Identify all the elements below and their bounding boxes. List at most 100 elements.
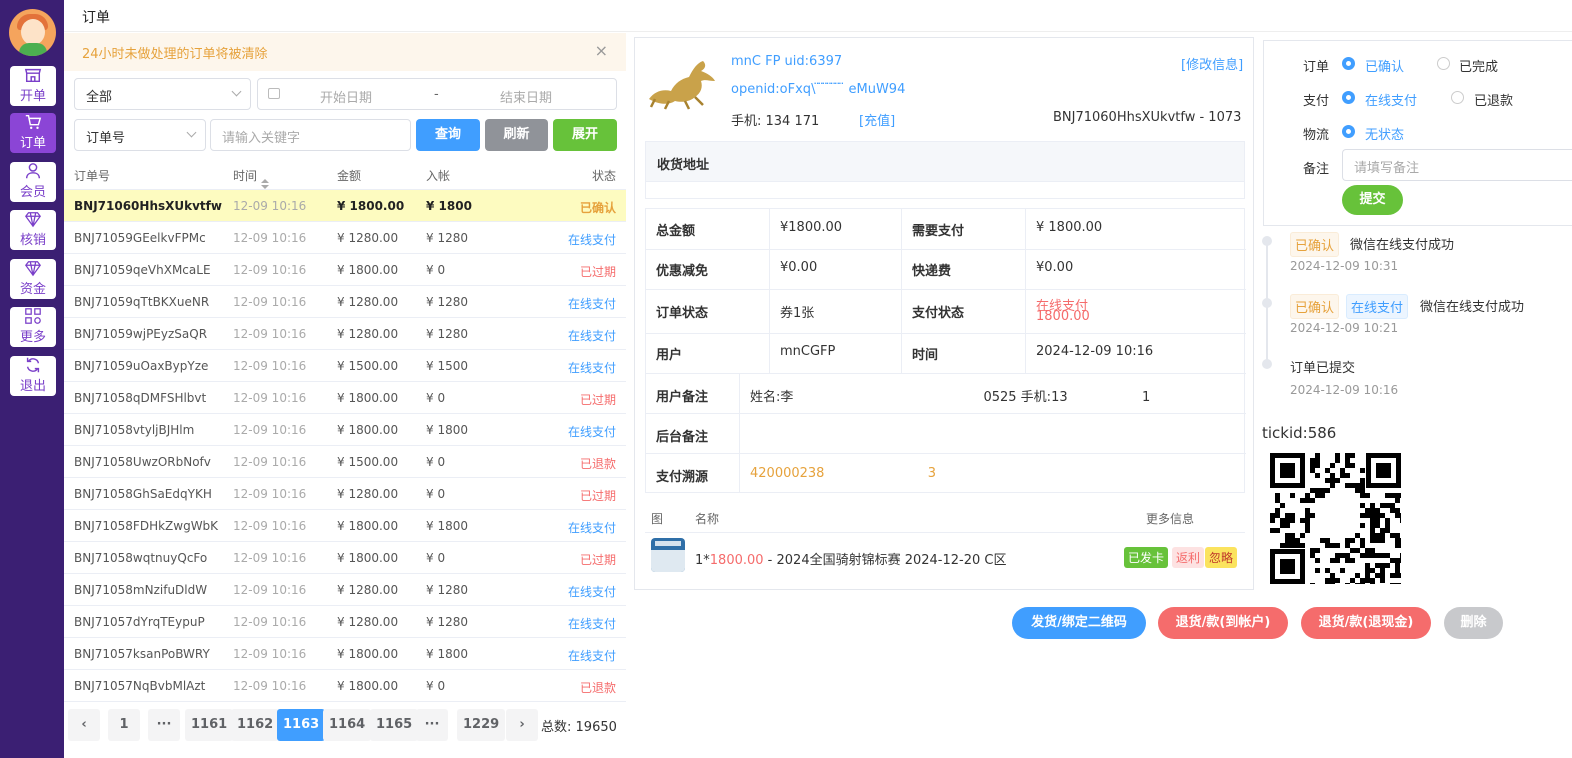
radio-completed-label[interactable]: 已完成 (1459, 56, 1498, 75)
sidebar-item-open-order[interactable]: 开单 (10, 66, 56, 106)
col-status: 状态 (591, 169, 616, 183)
tag-ignore[interactable]: 忽略 (1205, 547, 1238, 568)
radio-no-status-label[interactable]: 无状态 (1365, 124, 1404, 143)
order-id-cell: BNJ71059wjPEyzSaQR (74, 327, 208, 341)
date-range-picker[interactable]: 开始日期 - 结束日期 (257, 78, 617, 110)
note-input[interactable]: 请填写备注 (1342, 149, 1572, 181)
page-1165[interactable]: 1165 (370, 709, 419, 741)
item-thumbnail[interactable] (651, 538, 685, 572)
time-label: 时间 (912, 348, 939, 363)
submit-button[interactable]: 提交 (1342, 185, 1403, 215)
ship-bind-qr-button[interactable]: 发货/绑定二维码 (1012, 607, 1146, 639)
sidebar-item-more[interactable]: 更多 (10, 307, 56, 347)
chevron-down-icon (231, 86, 242, 97)
edit-info-link[interactable]: [修改信息] (1181, 54, 1243, 73)
admin-note-label: 后台备注 (656, 430, 709, 445)
timeline-time: 2024-12-09 10:21 (1290, 321, 1399, 335)
page-1162[interactable]: 1162 (231, 709, 280, 741)
prev-page-button[interactable]: ‹ (68, 709, 100, 741)
page-1161[interactable]: 1161 (185, 709, 234, 741)
chevron-down-icon (186, 127, 197, 138)
table-row[interactable]: BNJ71058vtyljBJHlm 12-09 10:16 ¥ 1800.00 ¥ … (64, 414, 626, 446)
status-cell: 已退款 (579, 457, 616, 471)
top-bar: 订单 (64, 0, 1572, 32)
page-ellipsis[interactable]: ··· (416, 709, 448, 741)
radio-confirmed[interactable] (1342, 57, 1355, 70)
sidebar-item-orders[interactable]: 订单 (10, 113, 56, 153)
table-row[interactable]: BNJ71057ksanPoBWRY 12-09 10:16 ¥ 1800.00 ¥ … (64, 638, 626, 670)
radio-refunded-label[interactable]: 已退款 (1474, 90, 1513, 109)
radio-refunded[interactable] (1451, 91, 1464, 104)
table-row[interactable]: BNJ71058wqtnuyQcFo 12-09 10:16 ¥ 1800.00 ¥ … (64, 542, 626, 574)
sort-icon[interactable] (261, 179, 270, 189)
order-label: 订单 (1303, 60, 1330, 75)
col-time[interactable]: 时间 (233, 167, 270, 189)
sidebar-item-funds[interactable]: 资金 (10, 259, 56, 299)
page-1163-current[interactable]: 1163 (277, 709, 326, 741)
delete-button[interactable]: 删除 (1444, 607, 1503, 639)
table-row[interactable]: BNJ71059wjPEyzSaQR 12-09 10:16 ¥ 1280.00 ¥ … (64, 318, 626, 350)
table-row[interactable]: BNJ71059qeVhXMcaLE 12-09 10:16 ¥ 1800.00 ¥ … (64, 254, 626, 286)
page-ellipsis[interactable]: ··· (148, 709, 180, 741)
user-uid-link[interactable]: mnC FP uid:6397 (731, 54, 842, 69)
radio-confirmed-label[interactable]: 已确认 (1365, 56, 1404, 75)
avatar[interactable] (9, 9, 56, 56)
radio-completed[interactable] (1437, 57, 1450, 70)
recharge-link[interactable]: [充值] (859, 110, 895, 129)
next-page-button[interactable]: › (506, 709, 538, 741)
tag-shipped[interactable]: 已发卡 (1124, 547, 1169, 568)
sidebar-item-logout[interactable]: 退出 (10, 356, 56, 396)
table-row[interactable]: BNJ71059qTtBKXueNR 12-09 10:16 ¥ 1280.00 ¥ … (64, 286, 626, 318)
status-select[interactable]: 全部 (74, 78, 251, 110)
table-row[interactable]: BNJ71058qDMFSHlbvt 12-09 10:16 ¥ 1800.00 ¥ … (64, 382, 626, 414)
refund-cash-button[interactable]: 退货/款(退现金) (1301, 607, 1431, 639)
radio-online-pay[interactable] (1342, 91, 1355, 104)
table-row[interactable]: BNJ71057NqBvbMlAzt 12-09 10:16 ¥ 1800.00 ¥ … (64, 670, 626, 702)
order-status-value: 券1张 (780, 306, 815, 321)
item-line: 1*1800.00 - 2024全国骑射锦标赛 2024-12-20 C区 (695, 553, 1007, 568)
expand-button[interactable]: 展开 (553, 119, 617, 151)
status-cell: 在线支付 (567, 617, 616, 631)
date-end[interactable]: 结束日期 (500, 87, 552, 106)
sidebar-item-members[interactable]: 会员 (10, 162, 56, 202)
order-id-cell: BNJ71059qTtBKXueNR (74, 295, 210, 309)
table-row[interactable]: BNJ71060HhsXUkvtfw 12-09 10:16 ¥ 1800.00 ¥ … (64, 190, 626, 222)
table-row[interactable]: BNJ71057dYrqTEypuP 12-09 10:16 ¥ 1280.00 ¥ … (64, 606, 626, 638)
radio-no-status[interactable] (1342, 125, 1355, 138)
sidebar: 开单 订单 会员 核销 资金 更多 退出 (0, 0, 64, 758)
cart-icon (25, 114, 42, 130)
time-cell: 12-09 10:16 (233, 455, 307, 469)
table-row[interactable]: BNJ71058UwzORbNofv 12-09 10:16 ¥ 1500.00 ¥ … (64, 446, 626, 478)
sidebar-item-label: 核销 (19, 233, 46, 248)
refresh-button[interactable]: 刷新 (485, 119, 548, 151)
table-row[interactable]: BNJ71059uOaxBypYze 12-09 10:16 ¥ 1500.00 ¥ … (64, 350, 626, 382)
order-id-cell: BNJ71058UwzORbNofv (74, 455, 211, 469)
sidebar-item-label: 更多 (19, 330, 46, 345)
table-row[interactable]: BNJ71058GhSaEdqYKH 12-09 10:16 ¥ 1280.00 ¥ … (64, 478, 626, 510)
calendar-icon (268, 88, 280, 99)
page-1229[interactable]: 1229 (457, 709, 506, 741)
order-id-cell: BNJ71058GhSaEdqYKH (74, 487, 212, 501)
status-cell: 在线支付 (567, 297, 616, 311)
qr-code[interactable] (1270, 453, 1401, 584)
refund-to-account-button[interactable]: 退货/款(到帐户) (1158, 607, 1288, 639)
user-note-value: 姓名:李 0525 手机:13 1 (750, 390, 1151, 405)
table-row[interactable]: BNJ71059GEelkvFPMc 12-09 10:16 ¥ 1280.00 ¥ … (64, 222, 626, 254)
field-select[interactable]: 订单号 (74, 119, 206, 151)
close-icon[interactable]: × (595, 41, 608, 60)
timeline-tag-online-pay: 在线支付 (1346, 294, 1409, 319)
table-row[interactable]: BNJ71058FDHkZwgWbK 12-09 10:16 ¥ 1800.00 ¥ … (64, 510, 626, 542)
amount-cell: ¥ 1800.00 (337, 519, 399, 533)
keyword-input[interactable]: 请输入关键字 (210, 119, 411, 151)
income-cell: ¥ 1800 (426, 423, 468, 437)
date-start[interactable]: 开始日期 (320, 87, 372, 106)
tag-rebate[interactable]: 返利 (1172, 547, 1205, 568)
discount-label: 优惠减免 (656, 264, 709, 279)
page-1164[interactable]: 1164 (323, 709, 372, 741)
table-row[interactable]: BNJ71058mNzifuDldW 12-09 10:16 ¥ 1280.00 ¥ … (64, 574, 626, 606)
income-cell: ¥ 0 (426, 487, 446, 501)
query-button[interactable]: 查询 (416, 119, 480, 151)
page-1[interactable]: 1 (108, 709, 140, 741)
sidebar-item-verify[interactable]: 核销 (10, 210, 56, 250)
radio-online-pay-label[interactable]: 在线支付 (1365, 90, 1417, 109)
